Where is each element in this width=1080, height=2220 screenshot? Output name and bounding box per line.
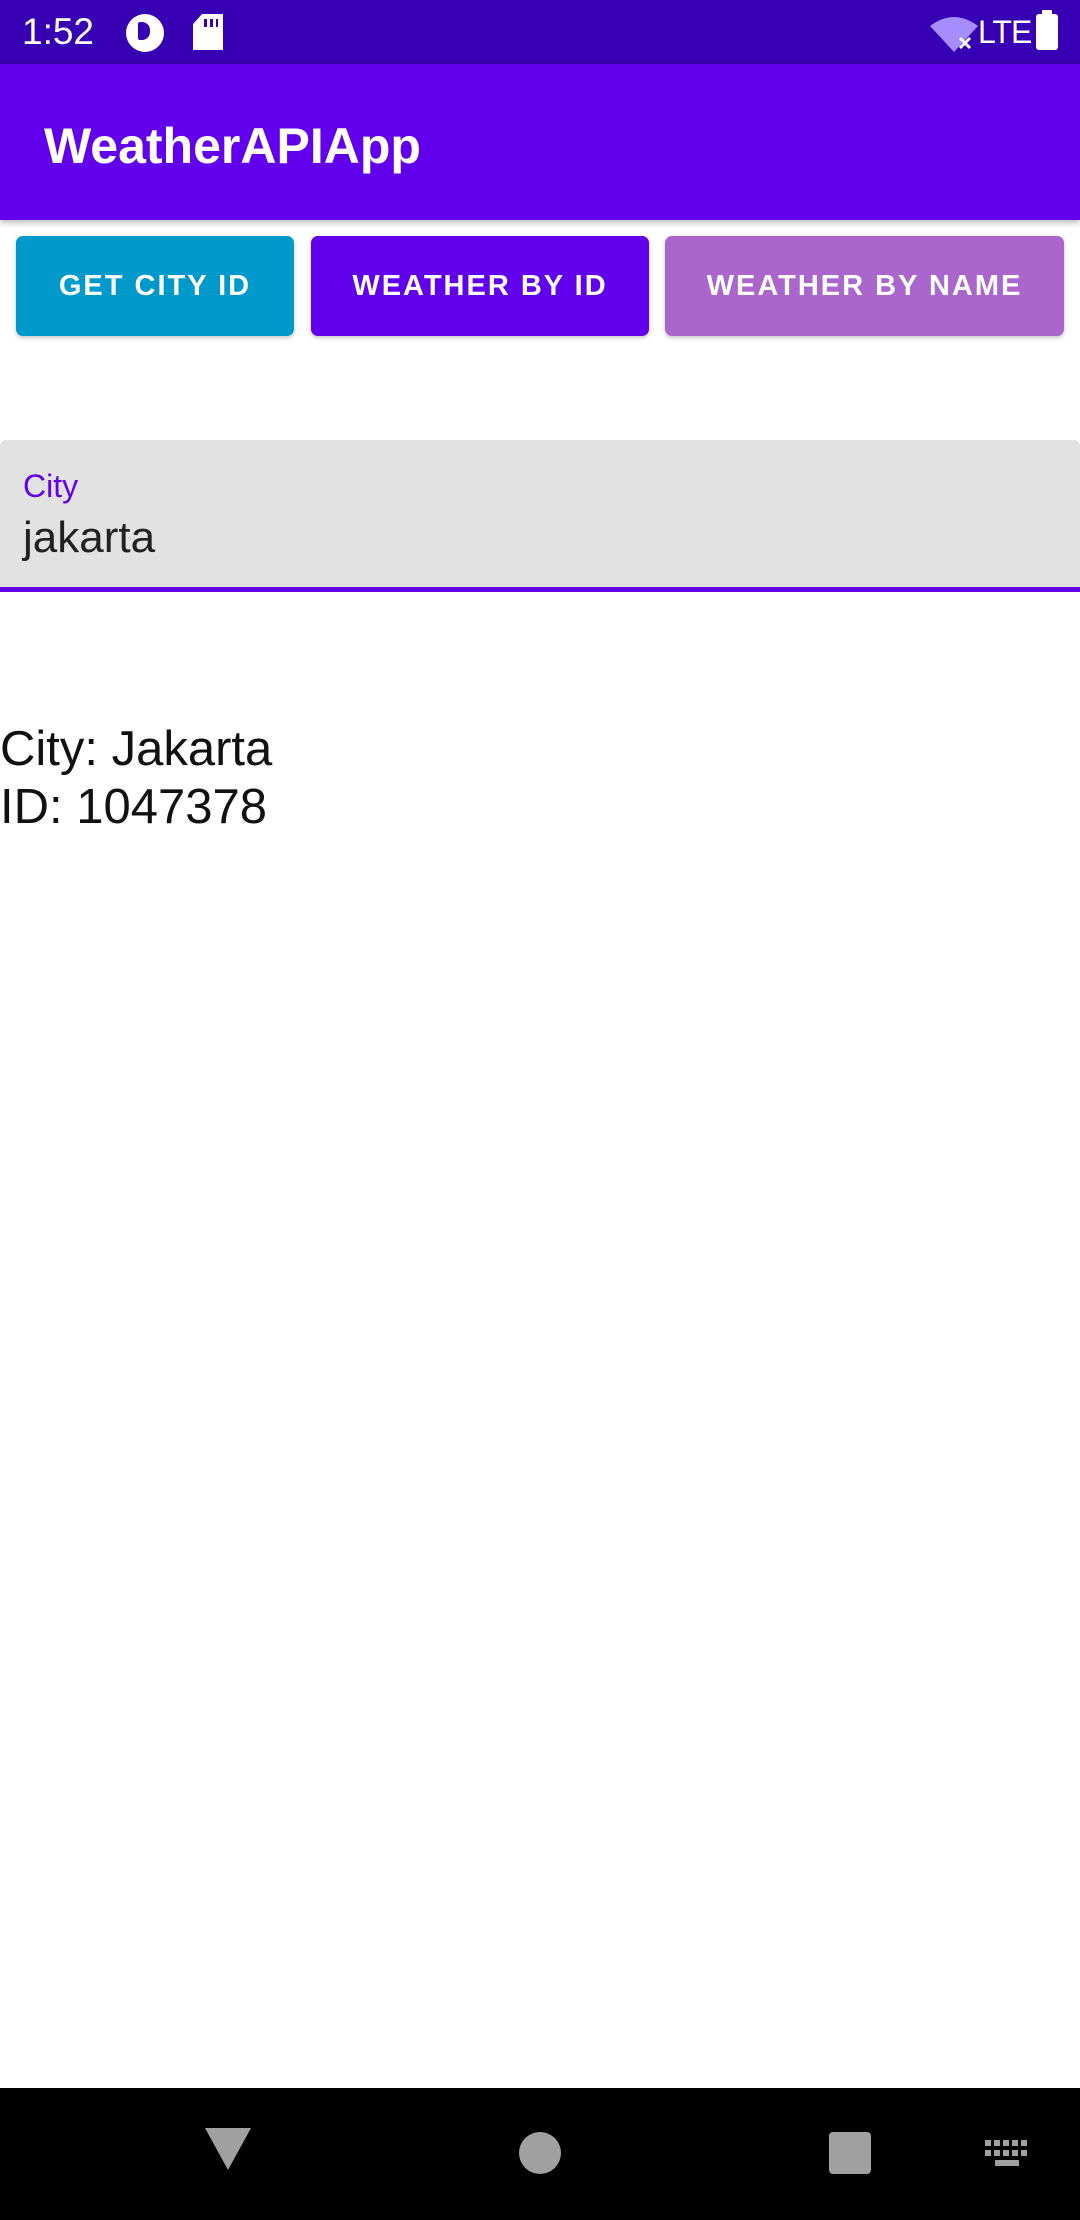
city-field-label: City (23, 468, 79, 504)
wifi-off-icon (930, 17, 978, 52)
network-type: LTE (978, 14, 1032, 50)
result-city-line: City: Jakarta (0, 722, 273, 776)
app-notification-icon (126, 14, 164, 52)
result-id-line: ID: 1047378 (0, 780, 267, 834)
city-input[interactable]: City jakarta (0, 440, 1080, 592)
battery-icon (1036, 10, 1058, 50)
navigation-bar (0, 2088, 1080, 2220)
status-time: 1:52 (22, 11, 95, 52)
weather-by-id-button[interactable]: WEATHER BY ID (311, 236, 649, 336)
keyboard-icon[interactable] (985, 2140, 1029, 2166)
weather-by-name-button[interactable]: WEATHER BY NAME (665, 236, 1064, 336)
back-icon[interactable] (205, 2128, 251, 2170)
city-field-underline (0, 587, 1080, 592)
app-title: WeatherAPIApp (44, 118, 421, 174)
sd-card-icon (193, 14, 223, 50)
result-text: City: Jakarta ID: 1047378 (0, 720, 272, 836)
status-bar: 1:52 LTE (0, 0, 1080, 64)
city-field-value[interactable]: jakarta (23, 512, 155, 564)
app-bar: WeatherAPIApp (0, 64, 1080, 220)
home-icon[interactable] (519, 2132, 561, 2174)
app-screen: 1:52 LTE WeatherAPIApp GET CITY ID WEATH… (0, 0, 1080, 2220)
get-city-id-button[interactable]: GET CITY ID (16, 236, 294, 336)
recents-icon[interactable] (829, 2132, 871, 2174)
